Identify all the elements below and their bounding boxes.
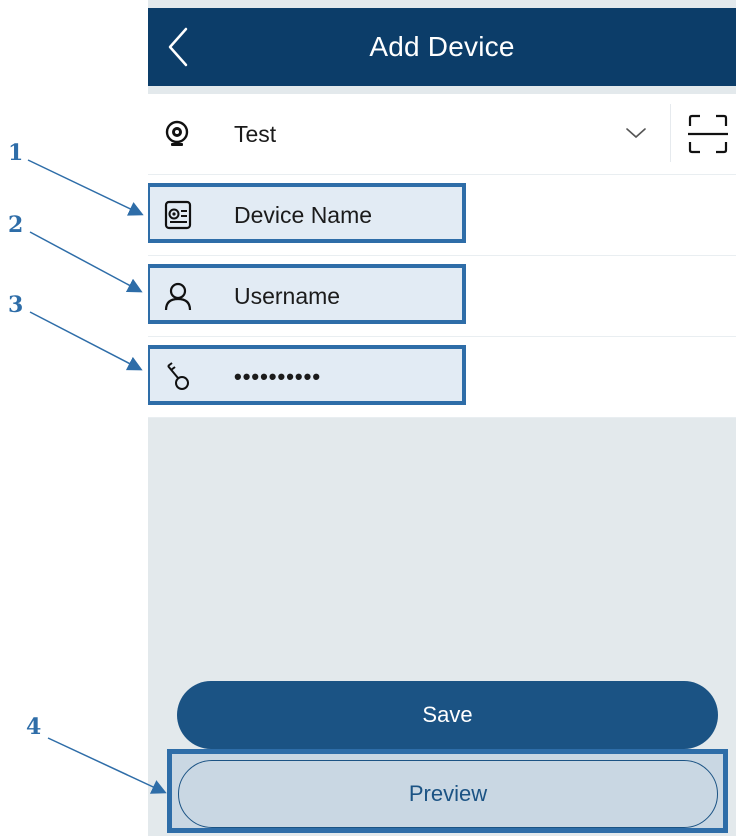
user-icon (164, 282, 192, 311)
webcam-icon (165, 120, 189, 146)
callout-number: 3 (8, 292, 24, 318)
divider (670, 104, 671, 162)
device-name-input[interactable]: Device Name (234, 202, 372, 229)
preview-button[interactable]: Preview (178, 760, 718, 828)
password-field[interactable]: •••••••••• (148, 337, 736, 418)
callout-arrow (27, 159, 144, 216)
username-field[interactable]: Username (148, 256, 736, 337)
device-type-field[interactable]: Test (148, 94, 736, 175)
callout-number: 1 (8, 140, 24, 166)
password-input[interactable]: •••••••••• (234, 364, 321, 390)
callout-number: 4 (26, 714, 42, 740)
device-type-value: Test (234, 120, 277, 147)
username-input[interactable]: Username (234, 283, 340, 310)
callout-arrow (47, 737, 167, 794)
chevron-down-icon[interactable] (624, 121, 648, 145)
camera-id-icon (164, 200, 192, 230)
page-title: Add Device (369, 31, 515, 62)
key-icon (167, 362, 189, 390)
callout-arrow (29, 231, 143, 293)
callout-arrow (29, 311, 143, 371)
save-button[interactable]: Save (177, 681, 718, 749)
app-screen: Add Device Test Device Name Username •••… (148, 0, 736, 836)
header-bar: Add Device (148, 8, 736, 86)
device-name-field[interactable]: Device Name (148, 175, 736, 256)
callout-number: 2 (8, 212, 24, 238)
device-form: Test Device Name Username •••••••••• (148, 94, 736, 418)
scan-icon[interactable] (688, 114, 728, 154)
